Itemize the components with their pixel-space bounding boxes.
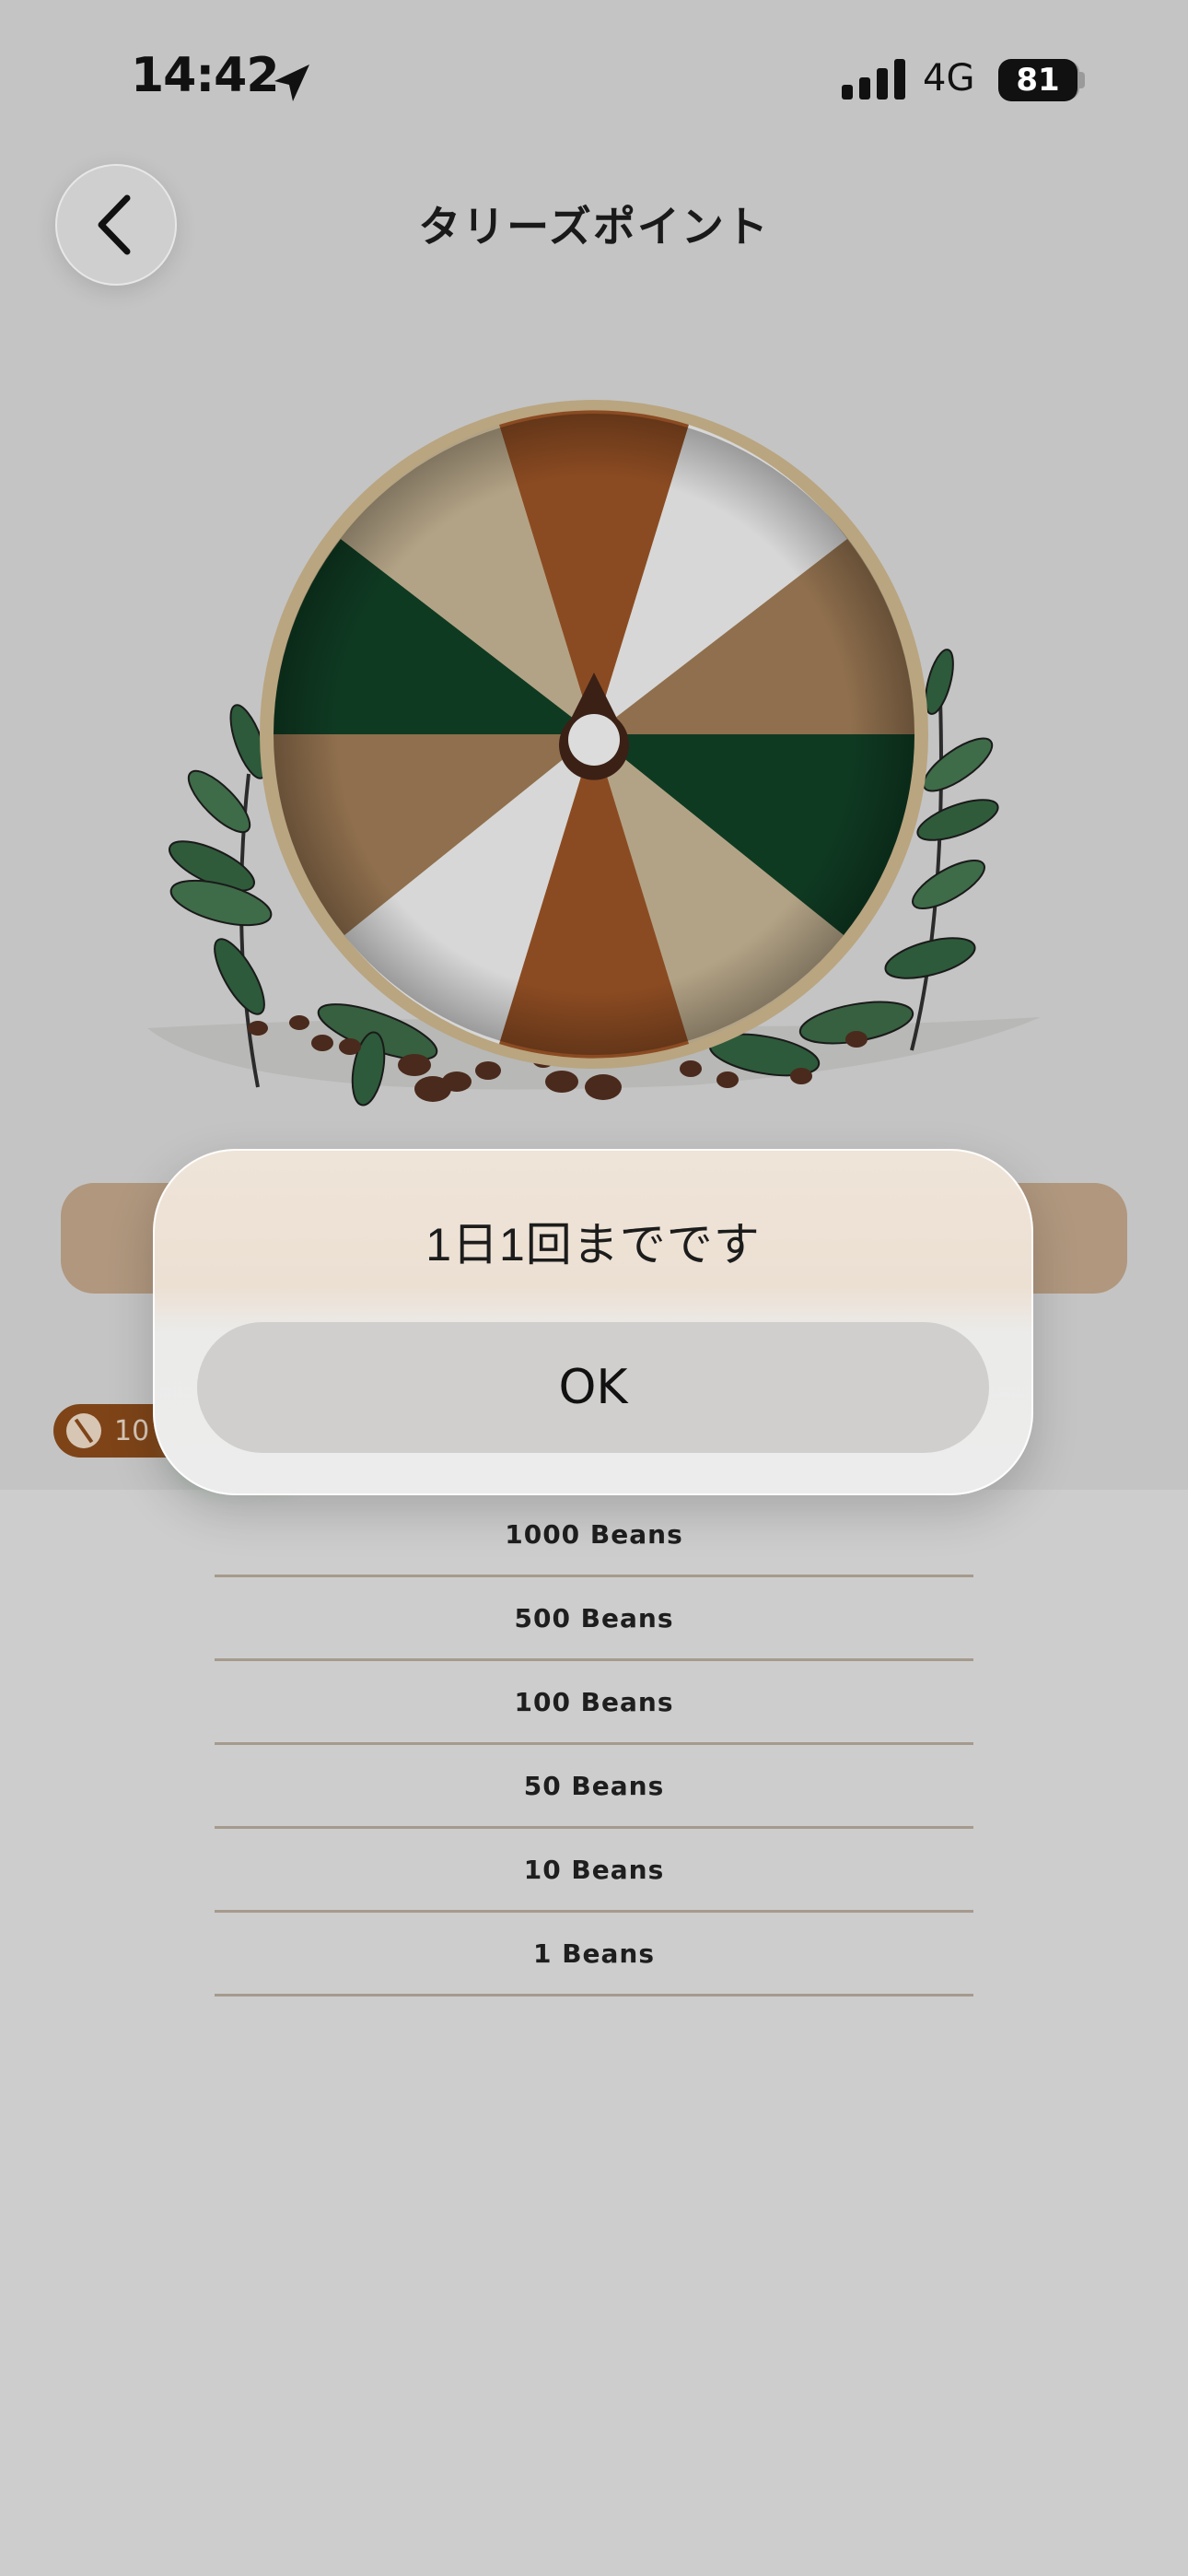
location-arrow-icon bbox=[274, 64, 309, 101]
coffee-bean-icon bbox=[66, 1413, 101, 1448]
prize-row: 500 Beans bbox=[215, 1577, 973, 1661]
roulette-wheel bbox=[147, 400, 1041, 1107]
prize-row: 100 Beans bbox=[215, 1661, 973, 1745]
battery-level: 81 bbox=[998, 59, 1077, 101]
prize-row: 1 Beans bbox=[215, 1913, 973, 1996]
status-time: 14:42 bbox=[131, 48, 280, 103]
page-title: タリーズポイント bbox=[418, 203, 770, 251]
network-type: 4G bbox=[923, 57, 975, 100]
signal-bars-icon bbox=[842, 59, 905, 100]
alert-message: 1日1回までです bbox=[425, 1219, 761, 1270]
alert-dialog: 1日1回までです OK bbox=[153, 1149, 1033, 1495]
prize-row: 10 Beans bbox=[215, 1829, 973, 1913]
prize-row: 1000 Beans bbox=[215, 1493, 973, 1577]
ok-button[interactable]: OK bbox=[197, 1322, 989, 1453]
prize-list: 1000 Beans 500 Beans 100 Beans 50 Beans … bbox=[215, 1493, 973, 1996]
battery-cap bbox=[1079, 72, 1085, 88]
prize-row: 50 Beans bbox=[215, 1745, 973, 1829]
points-value: 10 bbox=[114, 1414, 150, 1447]
